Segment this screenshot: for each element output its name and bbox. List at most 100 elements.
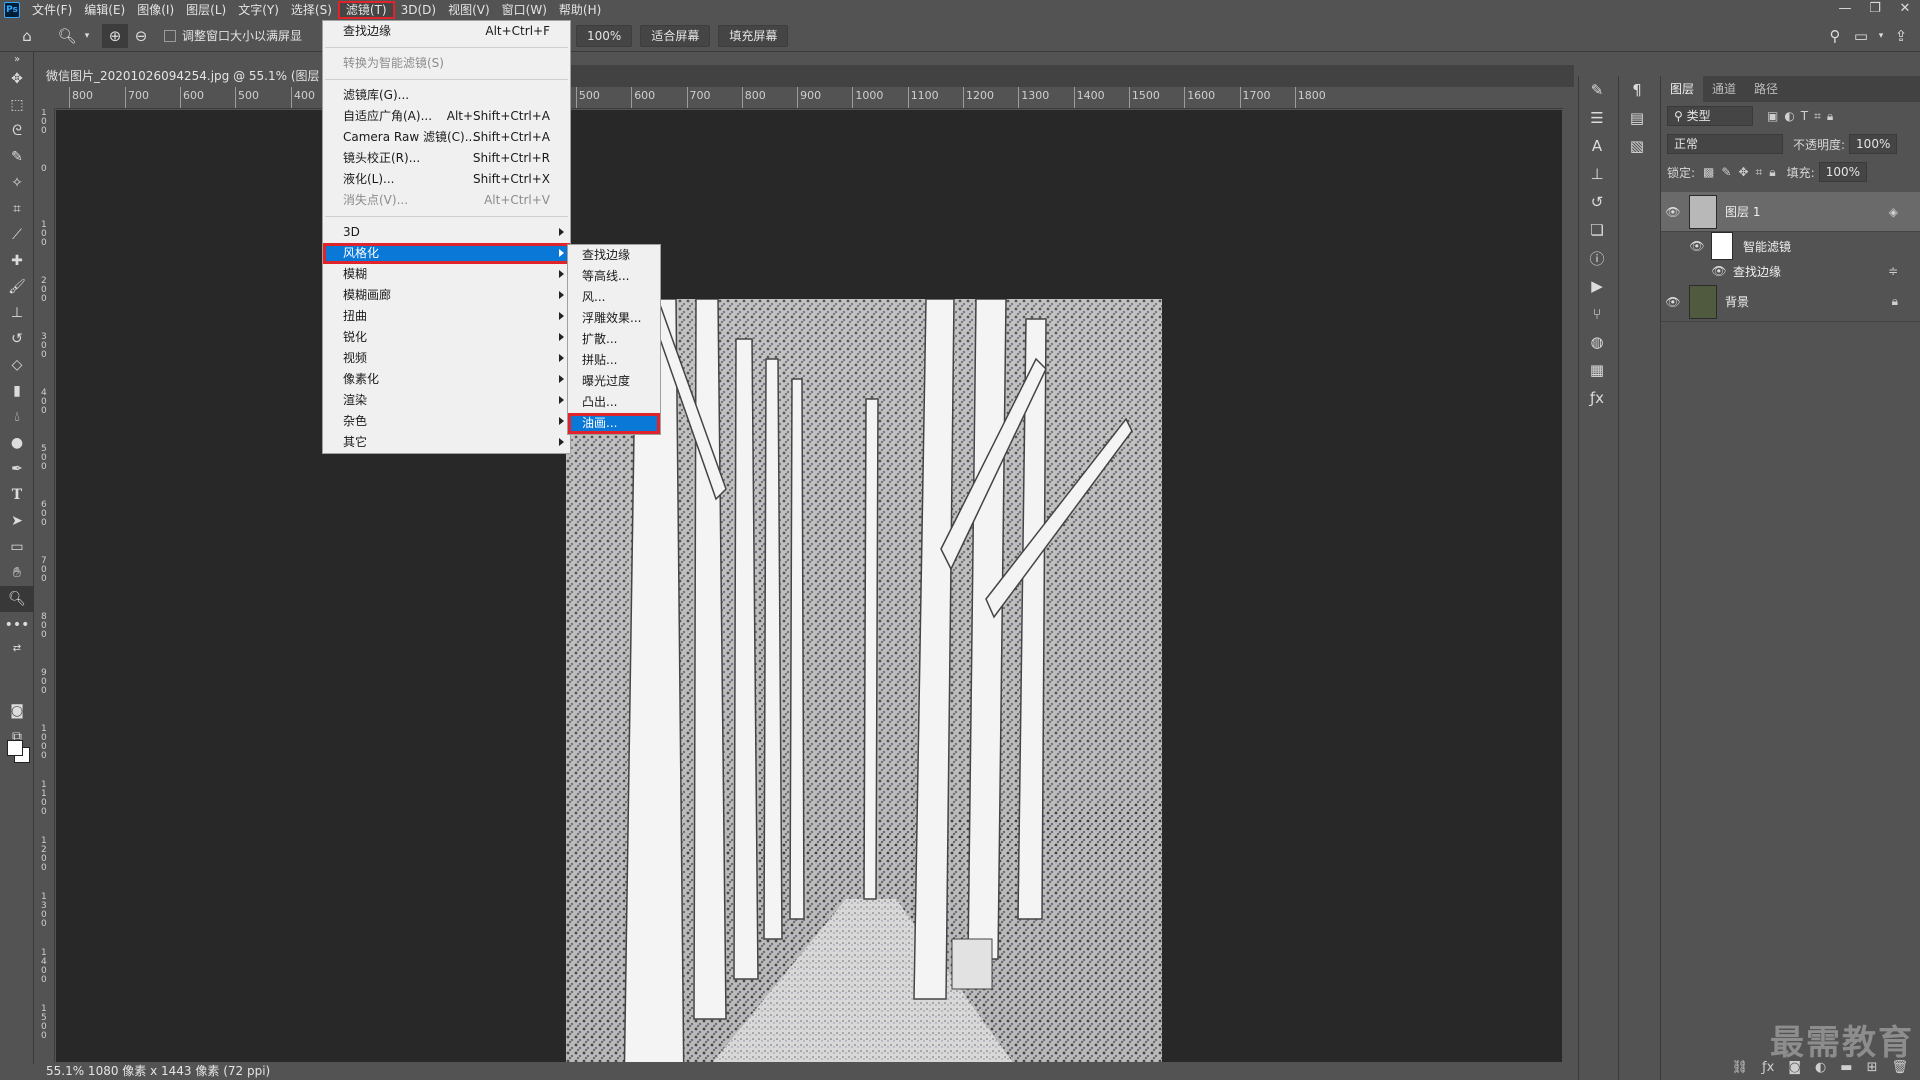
tab-layers[interactable]: 图层	[1661, 76, 1704, 102]
menu-view[interactable]: 视图(V)	[442, 1, 496, 19]
fit-screen-button[interactable]: 适合屏幕	[640, 24, 711, 47]
chevron-down-icon[interactable]: ▾	[1874, 24, 1888, 48]
filter-menu-item[interactable]: 锐化	[323, 327, 570, 348]
history-brush-icon[interactable]: ↺	[0, 326, 34, 352]
filter-row-find-edges[interactable]: 👁︎ 查找边缘 ≑	[1661, 260, 1920, 282]
stylize-menu-item[interactable]: 查找边缘	[568, 245, 660, 266]
menu-type[interactable]: 文字(Y)	[232, 1, 285, 19]
rectangle-tool-icon[interactable]: ▭	[0, 534, 34, 560]
properties-icon[interactable]: ▤	[1619, 104, 1655, 132]
workspace-icon[interactable]: ▭	[1848, 24, 1874, 48]
stylize-menu-item[interactable]: 拼贴...	[568, 350, 660, 371]
chevron-down-icon[interactable]: ▾	[80, 24, 94, 48]
close-button[interactable]: ✕	[1890, 0, 1920, 18]
filter-options-icon[interactable]: ≑	[1888, 264, 1898, 278]
filter-mask-thumbnail[interactable]	[1711, 232, 1733, 260]
filter-menu-item[interactable]: 模糊画廊	[323, 285, 570, 306]
lock-icons[interactable]: ▩✎✥⌗🔒︎	[1703, 165, 1783, 180]
link-layers-icon[interactable]: ⛓	[1732, 1060, 1749, 1075]
fill-input[interactable]: 100%	[1818, 162, 1867, 182]
magic-wand-icon[interactable]: ✧	[0, 170, 34, 196]
gradient-tool-icon[interactable]: ▮	[0, 378, 34, 404]
stylize-menu-item[interactable]: 浮雕效果...	[568, 308, 660, 329]
filter-menu-item[interactable]: 扭曲	[323, 306, 570, 327]
menu-window[interactable]: 窗口(W)	[496, 1, 553, 19]
tab-paths[interactable]: 路径	[1745, 76, 1787, 102]
filter-menu-item[interactable]: Camera Raw 滤镜(C)... Shift+Ctrl+A	[323, 127, 570, 148]
share-icon[interactable]: ⇪	[1888, 24, 1914, 48]
lasso-tool-icon[interactable]: ᘓ	[0, 118, 34, 144]
eyedropper-tool-icon[interactable]: ⟋	[0, 222, 34, 248]
actions-icon[interactable]: ▶	[1579, 272, 1615, 300]
brush-tool-icon[interactable]: 🖌︎	[0, 274, 34, 300]
stamp-tool-icon[interactable]: ⊥	[0, 300, 34, 326]
visibility-eye-icon[interactable]: 👁︎	[1685, 239, 1709, 253]
blur-tool-icon[interactable]: 💧︎	[0, 404, 34, 430]
foreground-color-swatch[interactable]	[7, 740, 23, 756]
paths-icon[interactable]: ⑂	[1579, 300, 1615, 328]
home-icon[interactable]: ⌂	[14, 24, 40, 48]
visibility-eye-icon[interactable]: 👁︎	[1661, 295, 1685, 309]
opacity-input[interactable]: 100%	[1849, 134, 1898, 154]
more-tools-icon[interactable]: •••	[0, 612, 34, 638]
menu-select[interactable]: 选择(S)	[285, 1, 338, 19]
tab-channels[interactable]: 通道	[1703, 76, 1745, 102]
smart-filters-row[interactable]: 👁︎ 智能滤镜	[1661, 232, 1920, 260]
menu-file[interactable]: 文件(F)	[26, 1, 78, 19]
layer-filter-icons[interactable]: ▣◐T⌗🔒︎	[1767, 109, 1839, 124]
quick-mask-icon[interactable]: ◙	[0, 698, 34, 724]
clone-source-icon[interactable]: ⊥	[1579, 160, 1615, 188]
canvas-area[interactable]	[56, 110, 1562, 1080]
healing-brush-icon[interactable]: ✚	[0, 248, 34, 274]
layer-kind-select[interactable]: ⚲ 类型	[1667, 106, 1753, 126]
table-icon[interactable]: ▦	[1579, 356, 1615, 384]
layer-row-background[interactable]: 👁︎ 背景 🔒︎	[1661, 282, 1920, 322]
menu-layer[interactable]: 图层(L)	[180, 1, 232, 19]
crop-tool-icon[interactable]: ⌗	[0, 196, 34, 222]
filter-menu-item[interactable]: 杂色	[323, 411, 570, 432]
zoom-out-icon[interactable]: ⊖	[128, 24, 154, 48]
blend-mode-select[interactable]: 正常	[1667, 134, 1783, 154]
menu-edit[interactable]: 编辑(E)	[78, 1, 131, 19]
history-icon[interactable]: ↺	[1579, 188, 1615, 216]
filter-menu-item[interactable]: 渲染	[323, 390, 570, 411]
move-tool-icon[interactable]: ✥	[0, 66, 34, 92]
resize-window-checkbox[interactable]	[164, 29, 176, 42]
stylize-menu-item[interactable]: 凸出...	[568, 392, 660, 413]
zoom-in-icon[interactable]: ⊕	[102, 23, 128, 48]
fill-screen-button[interactable]: 填充屏幕	[718, 24, 789, 47]
document-tab[interactable]: 微信图片_20201026094254.jpg @ 55.1% (图层	[34, 65, 332, 87]
minimize-button[interactable]: —	[1830, 0, 1860, 18]
zoom-100-button[interactable]: 100%	[576, 24, 633, 47]
collapse-icon[interactable]: »	[0, 52, 34, 66]
stylize-menu-item[interactable]: 扩散...	[568, 329, 660, 350]
filter-menu-item[interactable]: 模糊	[323, 264, 570, 285]
adjustments-icon[interactable]: ☰	[1579, 104, 1615, 132]
swap-colors-icon[interactable]: ⇄	[0, 638, 34, 658]
filter-menu-item[interactable]: 液化(L)... Shift+Ctrl+X	[323, 169, 570, 190]
paragraph-icon[interactable]: ¶	[1619, 76, 1655, 104]
hand-tool-icon[interactable]: ✋︎	[0, 560, 34, 586]
filter-menu-item[interactable]: 视频	[323, 348, 570, 369]
zoom-tool-icon[interactable]: 🔍︎	[0, 586, 34, 612]
eraser-tool-icon[interactable]: ◇	[0, 352, 34, 378]
visibility-eye-icon[interactable]: 👁︎	[1711, 264, 1727, 278]
menu-filter[interactable]: 滤镜(T)	[337, 1, 395, 19]
stylize-menu-item[interactable]: 曝光过度	[568, 371, 660, 392]
filter-menu-item[interactable]: 风格化	[323, 243, 570, 264]
restore-button[interactable]: ❐	[1860, 0, 1890, 18]
fx-icon[interactable]: ƒx	[1579, 384, 1615, 412]
filter-menu-item[interactable]: 其它	[323, 432, 570, 453]
type-tool-icon[interactable]: T	[0, 482, 34, 508]
filter-menu-item[interactable]: 像素化	[323, 369, 570, 390]
filter-menu-item[interactable]: 镜头校正(R)... Shift+Ctrl+R	[323, 148, 570, 169]
notes-icon[interactable]: ▧	[1619, 132, 1655, 160]
search-icon[interactable]: ⚲	[1822, 24, 1848, 48]
stylize-menu-item[interactable]: 风...	[568, 287, 660, 308]
path-select-icon[interactable]: ➤	[0, 508, 34, 534]
menu-3d[interactable]: 3D(D)	[395, 1, 442, 19]
zoom-tool-icon[interactable]: 🔍︎	[54, 24, 80, 48]
libraries-icon[interactable]: ❏	[1579, 216, 1615, 244]
filter-menu-item[interactable]: 3D	[323, 222, 570, 243]
3d-icon[interactable]: ◍	[1579, 328, 1615, 356]
